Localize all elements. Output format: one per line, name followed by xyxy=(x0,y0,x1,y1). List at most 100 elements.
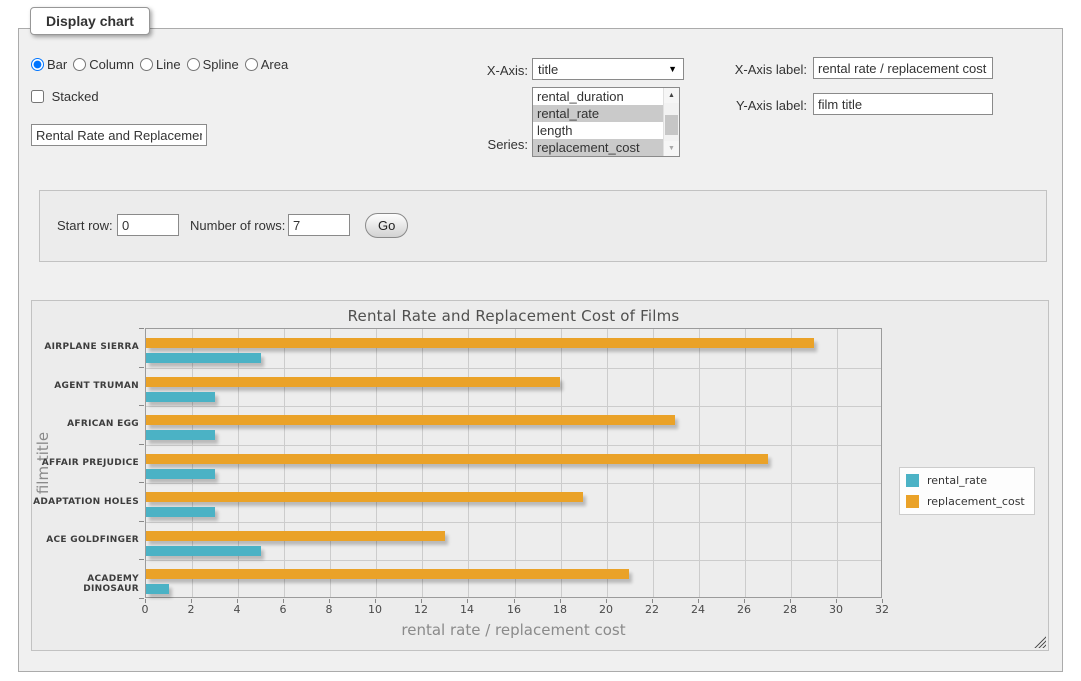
stacked-option[interactable]: Stacked xyxy=(31,89,99,104)
stacked-checkbox[interactable] xyxy=(31,90,44,103)
scrollbar-thumb[interactable] xyxy=(665,115,678,135)
chart-type-radio-column[interactable] xyxy=(73,58,86,71)
chart-type-label: Line xyxy=(156,57,181,72)
series-option-length[interactable]: length xyxy=(533,122,664,139)
series-scrollbar[interactable]: ▲ ▼ xyxy=(663,88,679,156)
bar-replacement_cost-ace-goldfinger xyxy=(146,531,445,541)
y-axis-label-label: Y-Axis label: xyxy=(721,98,807,113)
chart-type-label: Column xyxy=(89,57,134,72)
number-of-rows-label: Number of rows: xyxy=(190,218,285,233)
chart-type-option-area[interactable]: Area xyxy=(245,57,288,72)
chart-type-radio-line[interactable] xyxy=(140,58,153,71)
x-axis-select[interactable]: title ▼ xyxy=(532,58,684,80)
legend-label: replacement_cost xyxy=(927,495,1025,508)
series-option-rental_rate[interactable]: rental_rate xyxy=(533,105,664,122)
gridline-horizontal xyxy=(146,483,881,484)
scroll-down-icon[interactable]: ▼ xyxy=(664,141,679,156)
bar-rental_rate-airplane-sierra xyxy=(146,353,261,363)
gridline-vertical xyxy=(837,329,838,597)
y-tick-mark xyxy=(139,367,144,368)
bar-rental_rate-adaptation-holes xyxy=(146,507,215,517)
x-tick-label: 12 xyxy=(406,603,436,616)
category-label: ADAPTATION HOLES xyxy=(32,497,139,507)
gridline-horizontal xyxy=(146,368,881,369)
category-label: AFFAIR PREJUDICE xyxy=(32,458,139,468)
series-list-label: Series: xyxy=(476,137,528,152)
x-axis-label-input[interactable] xyxy=(813,57,993,79)
legend-swatch-rental_rate xyxy=(906,474,919,487)
series-option-rental_duration[interactable]: rental_duration xyxy=(533,88,664,105)
gridline-horizontal xyxy=(146,522,881,523)
chart-type-label: Area xyxy=(261,57,288,72)
chart-title-input[interactable] xyxy=(31,124,207,146)
bar-rental_rate-ace-goldfinger xyxy=(146,546,261,556)
x-tick-label: 16 xyxy=(499,603,529,616)
y-tick-mark xyxy=(139,328,144,329)
chart-type-option-line[interactable]: Line xyxy=(140,57,181,72)
chart-type-option-bar[interactable]: Bar xyxy=(31,57,67,72)
x-tick-label: 22 xyxy=(637,603,667,616)
series-option-replacement_cost[interactable]: replacement_cost xyxy=(533,139,664,156)
chart-type-radio-bar[interactable] xyxy=(31,58,44,71)
resize-handle-icon[interactable] xyxy=(1033,635,1046,648)
legend-swatch-replacement_cost xyxy=(906,495,919,508)
bar-replacement_cost-airplane-sierra xyxy=(146,338,814,348)
gridline-horizontal xyxy=(146,560,881,561)
x-tick-label: 6 xyxy=(268,603,298,616)
x-tick-label: 20 xyxy=(591,603,621,616)
row-controls-box: Start row: Number of rows: Go xyxy=(39,190,1047,262)
bar-rental_rate-academy-dinosaur xyxy=(146,584,169,594)
x-axis-label-label: X-Axis label: xyxy=(721,62,807,77)
legend-entry-rental_rate: rental_rate xyxy=(906,473,1025,488)
x-tick-label: 2 xyxy=(176,603,206,616)
chevron-down-icon: ▼ xyxy=(668,64,677,74)
chart-type-option-spline[interactable]: Spline xyxy=(187,57,239,72)
category-label: AIRPLANE SIERRA xyxy=(32,342,139,352)
legend-entry-replacement_cost: replacement_cost xyxy=(906,494,1025,509)
category-label: ACE GOLDFINGER xyxy=(32,535,139,545)
x-tick-label: 14 xyxy=(452,603,482,616)
x-tick-label: 26 xyxy=(729,603,759,616)
panel-title: Display chart xyxy=(30,7,150,35)
bar-replacement_cost-agent-truman xyxy=(146,377,560,387)
bar-rental_rate-affair-prejudice xyxy=(146,469,215,479)
y-tick-mark xyxy=(139,444,144,445)
go-button[interactable]: Go xyxy=(365,213,408,238)
gridline-vertical xyxy=(791,329,792,597)
x-tick-label: 4 xyxy=(222,603,252,616)
legend-label: rental_rate xyxy=(927,474,987,487)
y-tick-mark xyxy=(139,521,144,522)
chart-type-option-column[interactable]: Column xyxy=(73,57,134,72)
chart-type-label: Bar xyxy=(47,57,67,72)
y-axis-label-input[interactable] xyxy=(813,93,993,115)
x-tick-label: 8 xyxy=(314,603,344,616)
category-label: AGENT TRUMAN xyxy=(32,381,139,391)
x-tick-label: 30 xyxy=(821,603,851,616)
chart-type-label: Spline xyxy=(203,57,239,72)
x-axis-selected-value: title xyxy=(538,62,558,77)
gridline-horizontal xyxy=(146,445,881,446)
chart-container: Rental Rate and Replacement Cost of Film… xyxy=(31,300,1049,651)
number-of-rows-input[interactable] xyxy=(288,214,350,236)
y-tick-mark xyxy=(139,598,144,599)
chart-title: Rental Rate and Replacement Cost of Film… xyxy=(145,307,882,325)
chart-type-radio-area[interactable] xyxy=(245,58,258,71)
category-label: ACADEMY DINOSAUR xyxy=(32,574,139,594)
gridline-horizontal xyxy=(146,406,881,407)
x-tick-label: 24 xyxy=(683,603,713,616)
bar-rental_rate-agent-truman xyxy=(146,392,215,402)
scroll-up-icon[interactable]: ▲ xyxy=(664,88,679,103)
x-tick-label: 0 xyxy=(130,603,160,616)
chart-x-axis-title: rental rate / replacement cost xyxy=(145,621,882,639)
bar-replacement_cost-adaptation-holes xyxy=(146,492,583,502)
chart-type-radio-group: Bar Column Line Spline Area xyxy=(31,57,294,72)
category-label: AFRICAN EGG xyxy=(32,419,139,429)
bar-replacement_cost-academy-dinosaur xyxy=(146,569,629,579)
chart-type-radio-spline[interactable] xyxy=(187,58,200,71)
y-tick-mark xyxy=(139,482,144,483)
start-row-input[interactable] xyxy=(117,214,179,236)
start-row-label: Start row: xyxy=(57,218,113,233)
x-axis-select-label: X-Axis: xyxy=(476,63,528,78)
series-multiselect[interactable]: rental_durationrental_ratelengthreplacem… xyxy=(532,87,680,157)
chart-legend: rental_rate replacement_cost xyxy=(899,467,1035,515)
